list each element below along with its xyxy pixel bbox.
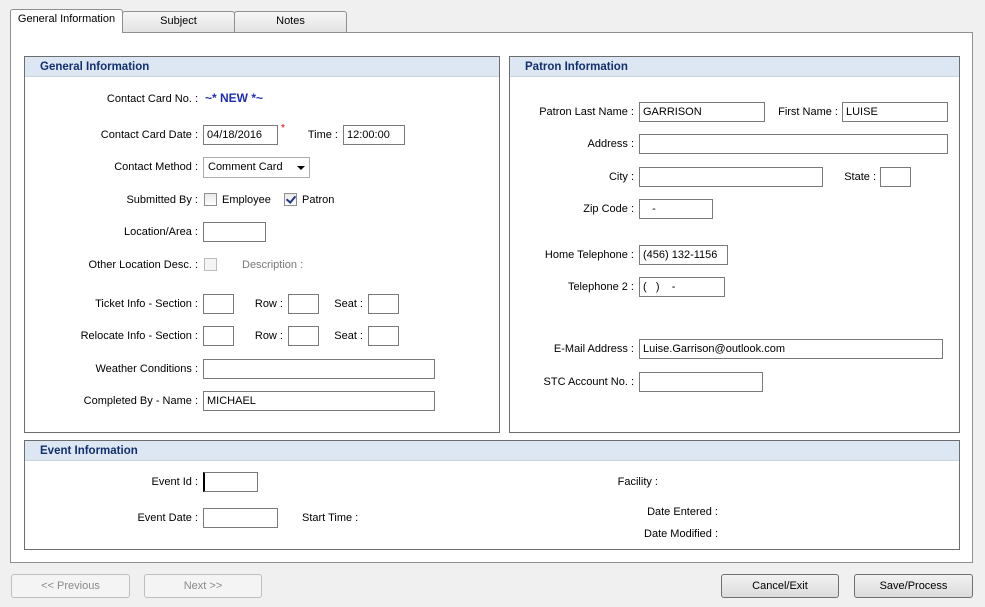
date-modified-label: Date Modified : <box>644 528 718 540</box>
time-label: Time : <box>307 129 338 141</box>
zip-code-field[interactable] <box>639 199 713 219</box>
weather-conditions-label: Weather Conditions : <box>95 363 198 375</box>
contact-card-date-field[interactable] <box>203 125 278 145</box>
state-label: State : <box>844 171 876 183</box>
event-information-header: Event Information <box>25 441 959 461</box>
event-date-field[interactable] <box>203 508 278 528</box>
home-telephone-label: Home Telephone : <box>544 249 634 261</box>
contact-card-no-label: Contact Card No. : <box>106 93 198 105</box>
tab-notes[interactable]: Notes <box>234 11 347 32</box>
cancel-exit-button[interactable]: Cancel/Exit <box>721 574 839 598</box>
start-time-label: Start Time : <box>302 512 359 524</box>
tab-subject[interactable]: Subject <box>122 11 235 32</box>
state-field[interactable] <box>880 167 911 187</box>
contact-card-no-value: ~* NEW *~ <box>205 91 264 105</box>
description-label: Description : <box>242 259 304 271</box>
email-address-field[interactable] <box>639 339 943 359</box>
patron-last-name-label: Patron Last Name : <box>539 106 634 118</box>
stc-account-field[interactable] <box>639 372 763 392</box>
date-entered-label: Date Entered : <box>647 506 718 518</box>
patron-last-name-field[interactable] <box>639 102 765 122</box>
next-button[interactable]: Next >> <box>144 574 262 598</box>
ticket-section-field[interactable] <box>203 294 234 314</box>
location-area-label: Location/Area : <box>124 226 198 238</box>
tab-general-information[interactable]: General Information <box>10 9 123 33</box>
event-date-label: Event Date : <box>137 512 198 524</box>
location-area-field[interactable] <box>203 222 266 242</box>
email-address-label: E-Mail Address : <box>553 343 634 355</box>
completed-by-field[interactable] <box>203 391 435 411</box>
first-name-field[interactable] <box>842 102 948 122</box>
relocate-seat-label: Seat : <box>334 330 363 342</box>
other-location-label: Other Location Desc. : <box>88 259 198 271</box>
patron-information-header: Patron Information <box>510 57 959 77</box>
ticket-info-label: Ticket Info - Section : <box>95 298 198 310</box>
zip-code-label: Zip Code : <box>583 203 634 215</box>
contact-method-dropdown[interactable]: Comment Card <box>203 157 310 178</box>
first-name-label: First Name : <box>778 106 838 118</box>
required-mark: * <box>281 123 285 134</box>
other-location-checkbox[interactable] <box>204 258 217 271</box>
save-process-button[interactable]: Save/Process <box>854 574 973 598</box>
contact-method-value: Comment Card <box>208 161 283 173</box>
address-label: Address : <box>587 138 634 150</box>
relocate-row-field[interactable] <box>288 326 319 346</box>
event-id-label: Event Id : <box>151 476 198 488</box>
ticket-seat-field[interactable] <box>368 294 399 314</box>
contact-method-label: Contact Method : <box>114 161 198 173</box>
city-field[interactable] <box>639 167 823 187</box>
submitted-by-label: Submitted By : <box>126 194 198 206</box>
weather-conditions-field[interactable] <box>203 359 435 379</box>
stc-account-label: STC Account No. : <box>543 376 634 388</box>
event-id-field[interactable] <box>203 472 258 492</box>
patron-label: Patron <box>302 194 335 206</box>
completed-by-label: Completed By - Name : <box>83 395 198 407</box>
telephone-2-label: Telephone 2 : <box>567 281 634 293</box>
facility-label: Facility : <box>617 476 658 488</box>
chevron-down-icon <box>297 166 305 170</box>
event-information-group: Event Information <box>24 440 960 550</box>
address-field[interactable] <box>639 134 948 154</box>
city-label: City : <box>608 171 634 183</box>
relocate-row-label: Row : <box>254 330 283 342</box>
telephone-2-field[interactable] <box>639 277 725 297</box>
time-field[interactable] <box>343 125 405 145</box>
contact-card-date-label: Contact Card Date : <box>100 129 198 141</box>
employee-label: Employee <box>222 194 271 206</box>
ticket-row-label: Row : <box>254 298 283 310</box>
relocate-section-field[interactable] <box>203 326 234 346</box>
relocate-seat-field[interactable] <box>368 326 399 346</box>
ticket-row-field[interactable] <box>288 294 319 314</box>
previous-button[interactable]: << Previous <box>11 574 130 598</box>
general-information-header: General Information <box>25 57 499 77</box>
relocate-info-label: Relocate Info - Section : <box>80 330 198 342</box>
home-telephone-field[interactable] <box>639 245 728 265</box>
employee-checkbox[interactable] <box>204 193 217 206</box>
patron-checkbox[interactable] <box>284 193 297 206</box>
ticket-seat-label: Seat : <box>334 298 363 310</box>
